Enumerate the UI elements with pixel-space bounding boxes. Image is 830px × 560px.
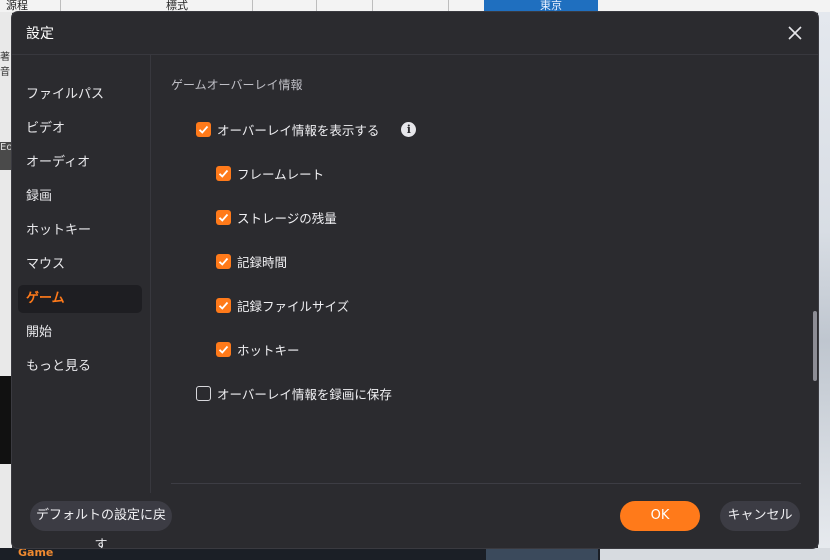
toolbar-separator: [316, 0, 317, 12]
background-left-panel: 著音 Eo: [0, 12, 12, 560]
sidebar-item-audio[interactable]: オーディオ: [18, 149, 142, 177]
cancel-button[interactable]: キャンセル: [720, 501, 800, 531]
storage-remaining-checkbox[interactable]: [216, 209, 231, 225]
sidebar-item-startup[interactable]: 開始: [18, 319, 142, 347]
sidebar-item-mouse[interactable]: マウス: [18, 251, 142, 279]
save-overlay-option[interactable]: オーバーレイ情報を録画に保存: [196, 383, 392, 403]
content-divider: [171, 483, 801, 484]
settings-sidebar: ファイルパス ビデオ オーディオ 録画 ホットキー マウス ゲーム 開始 もっと…: [12, 55, 151, 493]
ok-button[interactable]: OK: [620, 501, 700, 531]
settings-dialog: 設定 ファイルパス ビデオ オーディオ 録画 ホットキー マウス ゲーム 開始 …: [12, 12, 818, 548]
frame-rate-label: フレームレート: [237, 166, 325, 182]
background-left-dark-block: [0, 376, 12, 464]
sidebar-item-hotkeys[interactable]: ホットキー: [18, 217, 142, 245]
hotkey-label: ホットキー: [237, 342, 300, 358]
storage-remaining-option[interactable]: ストレージの残量: [216, 207, 337, 227]
show-overlay-label: オーバーレイ情報を表示する: [217, 122, 380, 138]
frame-rate-checkbox[interactable]: [216, 165, 231, 181]
background-window-tab: 東京: [484, 0, 598, 12]
toolbar-separator: [372, 0, 373, 12]
background-bottom-strip: Game: [0, 546, 830, 560]
check-icon: [218, 257, 229, 266]
check-icon: [218, 301, 229, 310]
recording-time-checkbox[interactable]: [216, 253, 231, 269]
file-size-checkbox[interactable]: [216, 297, 231, 313]
restore-defaults-button[interactable]: デフォルトの設定に戻す: [30, 501, 172, 548]
toolbar-separator: [252, 0, 253, 12]
check-icon: [218, 345, 229, 354]
show-overlay-option[interactable]: オーバーレイ情報を表示する i: [196, 119, 417, 139]
background-left-text: 著音: [0, 52, 10, 78]
dialog-title: 設定: [26, 26, 54, 42]
dialog-footer: デフォルトの設定に戻す OK キャンセル: [12, 494, 818, 548]
background-right-panel: [818, 12, 830, 560]
file-size-option[interactable]: 記録ファイルサイズ: [216, 295, 349, 315]
background-thumbnail: [486, 548, 598, 560]
dialog-titlebar: 設定: [12, 12, 818, 55]
check-icon: [198, 125, 209, 134]
sidebar-item-file-path[interactable]: ファイルパス: [18, 81, 142, 109]
file-size-label: 記録ファイルサイズ: [237, 298, 350, 314]
sidebar-item-game[interactable]: ゲーム: [18, 285, 142, 313]
content-scrollbar[interactable]: [813, 311, 817, 381]
recording-time-label: 記録時間: [237, 254, 288, 270]
sidebar-item-video[interactable]: ビデオ: [18, 115, 142, 143]
storage-remaining-label: ストレージの残量: [237, 210, 337, 226]
hotkey-option[interactable]: ホットキー: [216, 339, 300, 359]
show-overlay-checkbox[interactable]: [196, 121, 211, 137]
close-button[interactable]: [782, 20, 808, 46]
sidebar-item-recording[interactable]: 録画: [18, 183, 142, 211]
background-thumbnail: [600, 548, 830, 560]
save-overlay-checkbox[interactable]: [196, 385, 211, 401]
recording-time-option[interactable]: 記録時間: [216, 251, 287, 271]
info-icon[interactable]: i: [401, 121, 417, 137]
section-title: ゲームオーバーレイ情報: [171, 78, 303, 92]
close-icon: [788, 26, 802, 40]
save-overlay-label: オーバーレイ情報を録画に保存: [217, 386, 392, 402]
check-icon: [218, 213, 229, 222]
check-icon: [218, 169, 229, 178]
background-left-block: Eo: [0, 142, 12, 170]
settings-content: ゲームオーバーレイ情報 オーバーレイ情報を表示する i フレームレート ストレー…: [151, 55, 818, 493]
sidebar-item-more[interactable]: もっと見る: [18, 353, 142, 381]
toolbar-separator: [60, 0, 61, 12]
background-left-text-2: Eo: [0, 142, 13, 153]
frame-rate-option[interactable]: フレームレート: [216, 163, 324, 183]
hotkey-checkbox[interactable]: [216, 341, 231, 357]
toolbar-separator: [448, 0, 449, 12]
